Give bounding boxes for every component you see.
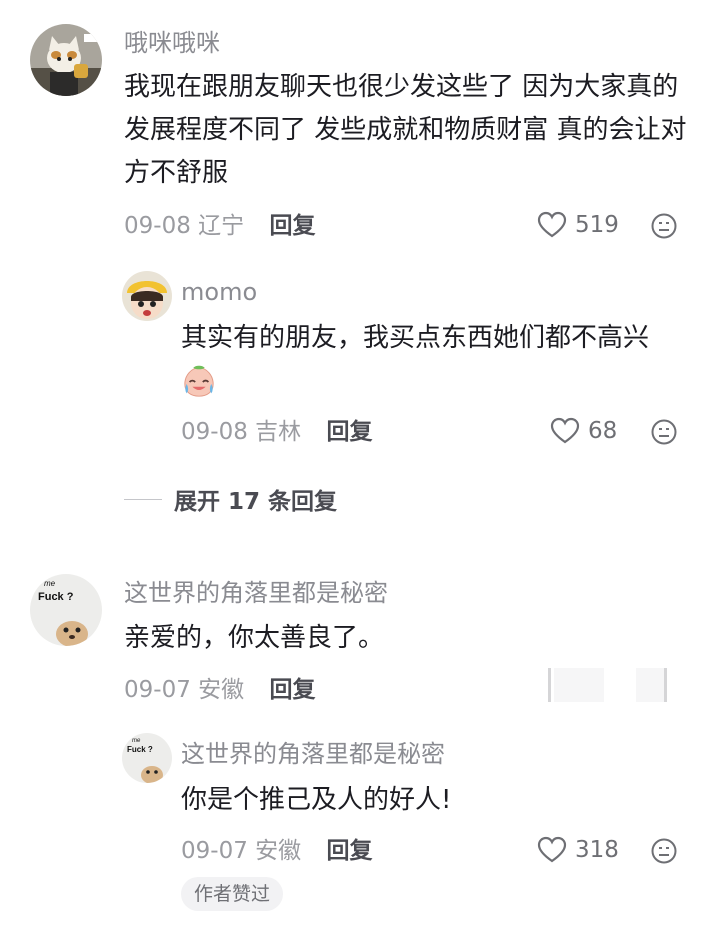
comment-text: 亲爱的，你太善良了。	[124, 623, 385, 653]
crying-laughing-emoji	[184, 365, 214, 397]
comment-meta: 09-07 安徽 回复	[124, 675, 315, 705]
reply-username[interactable]: 这世界的角落里都是秘密	[181, 739, 445, 769]
expand-replies-button[interactable]: 展开 17 条回复	[124, 482, 337, 516]
author-liked-badge: 作者赞过	[181, 877, 284, 911]
reply-text: 你是个推己及人的好人!	[181, 785, 452, 815]
like-count: 68	[588, 418, 618, 444]
like-count: 318	[575, 837, 619, 863]
avatar[interactable]: me Fuck ?	[122, 733, 172, 783]
frown-face-icon[interactable]	[650, 418, 678, 446]
loading-placeholder	[548, 668, 667, 702]
frown-face-icon[interactable]	[650, 837, 678, 865]
reply-text: 其实有的朋友，我买点东西她们都不高兴	[181, 323, 650, 353]
frown-face-icon[interactable]	[650, 212, 678, 240]
like-count: 519	[575, 212, 619, 238]
avatar-text-main: Fuck ?	[38, 591, 74, 603]
comment-date: 09-07	[124, 677, 191, 703]
comment-meta: 09-08 辽宁 回复	[124, 211, 315, 241]
heart-outline-icon	[550, 417, 580, 444]
reply-button[interactable]: 回复	[269, 213, 315, 239]
like-button[interactable]: 318	[537, 836, 619, 864]
reply-button[interactable]: 回复	[326, 838, 372, 864]
avatar-text-top: me	[44, 579, 56, 588]
avatar[interactable]: me Fuck ?	[30, 574, 102, 646]
reply-meta: 09-07 安徽 回复	[181, 836, 372, 866]
heart-outline-icon	[537, 211, 567, 238]
reply-meta: 09-08 吉林 回复	[181, 417, 372, 447]
like-button[interactable]: 68	[550, 417, 617, 445]
comment-location: 安徽	[198, 677, 245, 703]
expand-replies-label: 展开 17 条回复	[174, 489, 338, 515]
like-button[interactable]: 519	[537, 211, 619, 239]
reply-date: 09-07	[181, 838, 248, 864]
heart-outline-icon	[537, 836, 567, 863]
comment-date: 09-08	[124, 213, 191, 239]
avatar[interactable]	[30, 24, 102, 96]
reply-location: 安徽	[255, 838, 302, 864]
reply-username[interactable]: momo	[181, 277, 257, 307]
comment-username[interactable]: 哦咪哦咪	[124, 28, 220, 58]
avatar-text-top: me	[132, 738, 141, 744]
reply-button[interactable]: 回复	[269, 677, 315, 703]
reply-date: 09-08	[181, 419, 248, 445]
comment-text: 我现在跟朋友聊天也很少发这些了 因为大家真的发展程度不同了 发些成就和物质财富 …	[124, 72, 687, 188]
reply-location: 吉林	[255, 419, 302, 445]
divider	[124, 498, 162, 500]
comment-location: 辽宁	[198, 213, 245, 239]
avatar-text-main: Fuck ?	[127, 745, 153, 754]
comment-username[interactable]: 这世界的角落里都是秘密	[124, 578, 388, 608]
reply-button[interactable]: 回复	[326, 419, 372, 445]
avatar[interactable]	[122, 271, 172, 321]
